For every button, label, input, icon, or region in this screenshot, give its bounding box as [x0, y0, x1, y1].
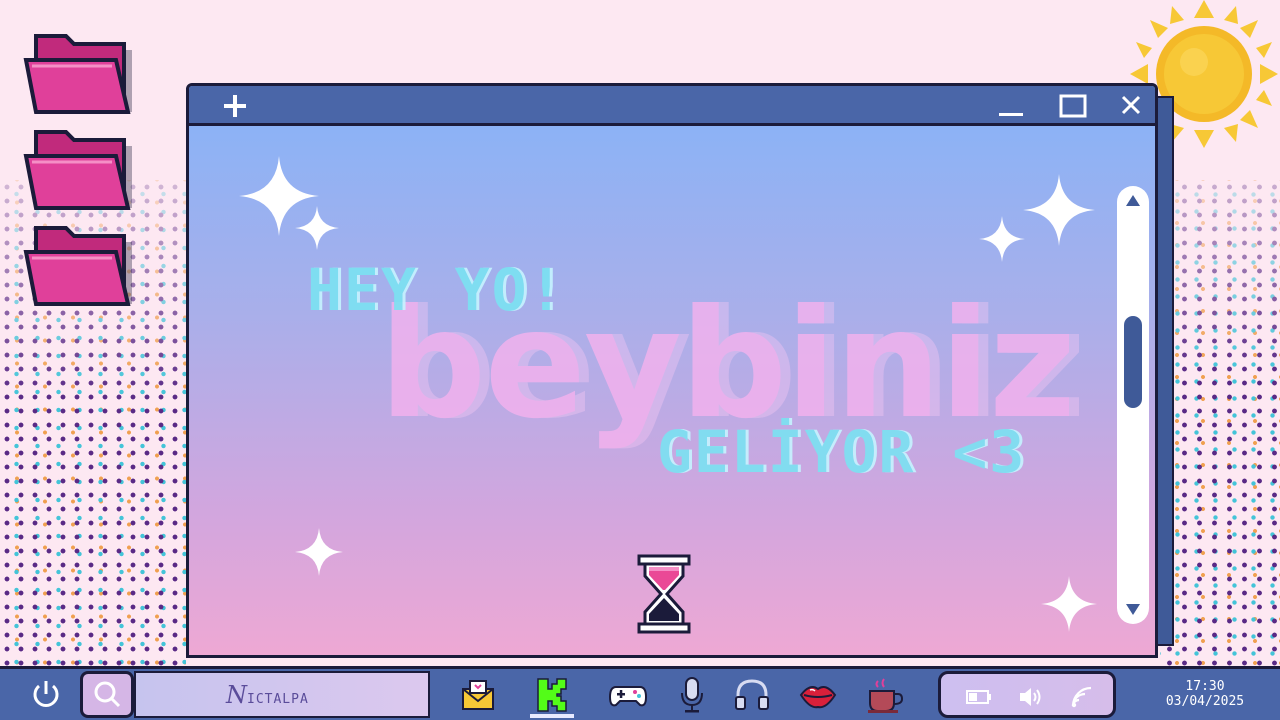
- sparkle-icon: [295, 528, 343, 576]
- mail-icon: [462, 680, 494, 710]
- microphone-app-button[interactable]: [672, 675, 712, 715]
- brand-logo: NICTALPA: [226, 681, 309, 709]
- desktop-folder-2[interactable]: [22, 126, 134, 212]
- hourglass-icon: [637, 554, 691, 634]
- folder-icon: [23, 34, 132, 114]
- close-icon: [1121, 95, 1141, 115]
- folder-icon: [23, 130, 132, 210]
- headphones-icon: [735, 679, 769, 710]
- folder-icon: [23, 226, 132, 306]
- window-shadow: [1156, 96, 1174, 646]
- power-icon: [33, 681, 59, 707]
- mail-app-button[interactable]: [458, 675, 498, 715]
- desktop-folder-1[interactable]: [22, 30, 134, 116]
- kick-logo-icon: [537, 678, 567, 712]
- clock-date: 03/04/2025: [1165, 694, 1245, 709]
- vertical-scrollbar[interactable]: [1117, 186, 1149, 624]
- maximize-icon: [1059, 94, 1087, 118]
- power-button[interactable]: [22, 669, 70, 720]
- clock[interactable]: 17:30 03/04/2025: [1140, 669, 1270, 720]
- active-app-indicator: [530, 714, 574, 718]
- headphones-app-button[interactable]: [732, 675, 772, 715]
- wifi-icon: [1071, 686, 1092, 708]
- volume-icon: [1020, 688, 1041, 706]
- battery-icon: [966, 690, 991, 704]
- minimize-icon: [999, 113, 1023, 116]
- system-tray: [938, 671, 1116, 718]
- sparkle-icon: [1023, 174, 1095, 246]
- sparkle-icon: [1041, 576, 1097, 632]
- brand-initial: N: [226, 681, 247, 709]
- browser-window: beybiniz HEY YO! GELİYOR <3: [186, 83, 1158, 658]
- desktop: beybiniz HEY YO! GELİYOR <3: [0, 0, 1280, 666]
- volume-button[interactable]: [1017, 684, 1045, 710]
- games-app-button[interactable]: [608, 675, 648, 715]
- sparkle-icon: [295, 206, 339, 250]
- dot-pattern-right: [1160, 180, 1280, 666]
- headline-line-2: GELİYOR <3: [657, 418, 1027, 486]
- scrollbar-thumb[interactable]: [1124, 316, 1142, 409]
- new-tab-button[interactable]: [219, 92, 251, 120]
- microphone-icon: [681, 677, 703, 713]
- taskbar: NICTALPA 17:30 03/04/2025: [0, 666, 1280, 720]
- battery-button[interactable]: [965, 684, 993, 710]
- gamepad-icon: [608, 686, 648, 707]
- search-icon: [94, 681, 121, 708]
- sparkle-icon: [979, 216, 1025, 262]
- minimize-button[interactable]: [995, 92, 1027, 120]
- headline-line-1: HEY YO!: [307, 256, 566, 324]
- window-content: beybiniz HEY YO! GELİYOR <3: [189, 126, 1155, 655]
- scroll-up-arrow-icon[interactable]: [1125, 194, 1141, 208]
- clock-time: 17:30: [1185, 679, 1225, 694]
- scroll-down-arrow-icon[interactable]: [1125, 602, 1141, 616]
- close-button[interactable]: [1115, 92, 1147, 120]
- lips-icon: [799, 686, 837, 709]
- wifi-button[interactable]: [1069, 684, 1097, 710]
- plus-icon: [224, 95, 246, 117]
- brand-panel: NICTALPA: [134, 671, 430, 718]
- desktop-folder-3[interactable]: [22, 222, 134, 308]
- coffee-app-button[interactable]: [864, 675, 904, 715]
- coffee-cup-icon: [868, 678, 904, 713]
- brand-text: ICTALPA: [247, 692, 309, 707]
- maximize-button[interactable]: [1057, 92, 1089, 120]
- window-titlebar[interactable]: [189, 86, 1155, 126]
- lips-app-button[interactable]: [798, 675, 838, 715]
- kick-app-button[interactable]: [532, 675, 572, 715]
- search-button[interactable]: [80, 671, 134, 718]
